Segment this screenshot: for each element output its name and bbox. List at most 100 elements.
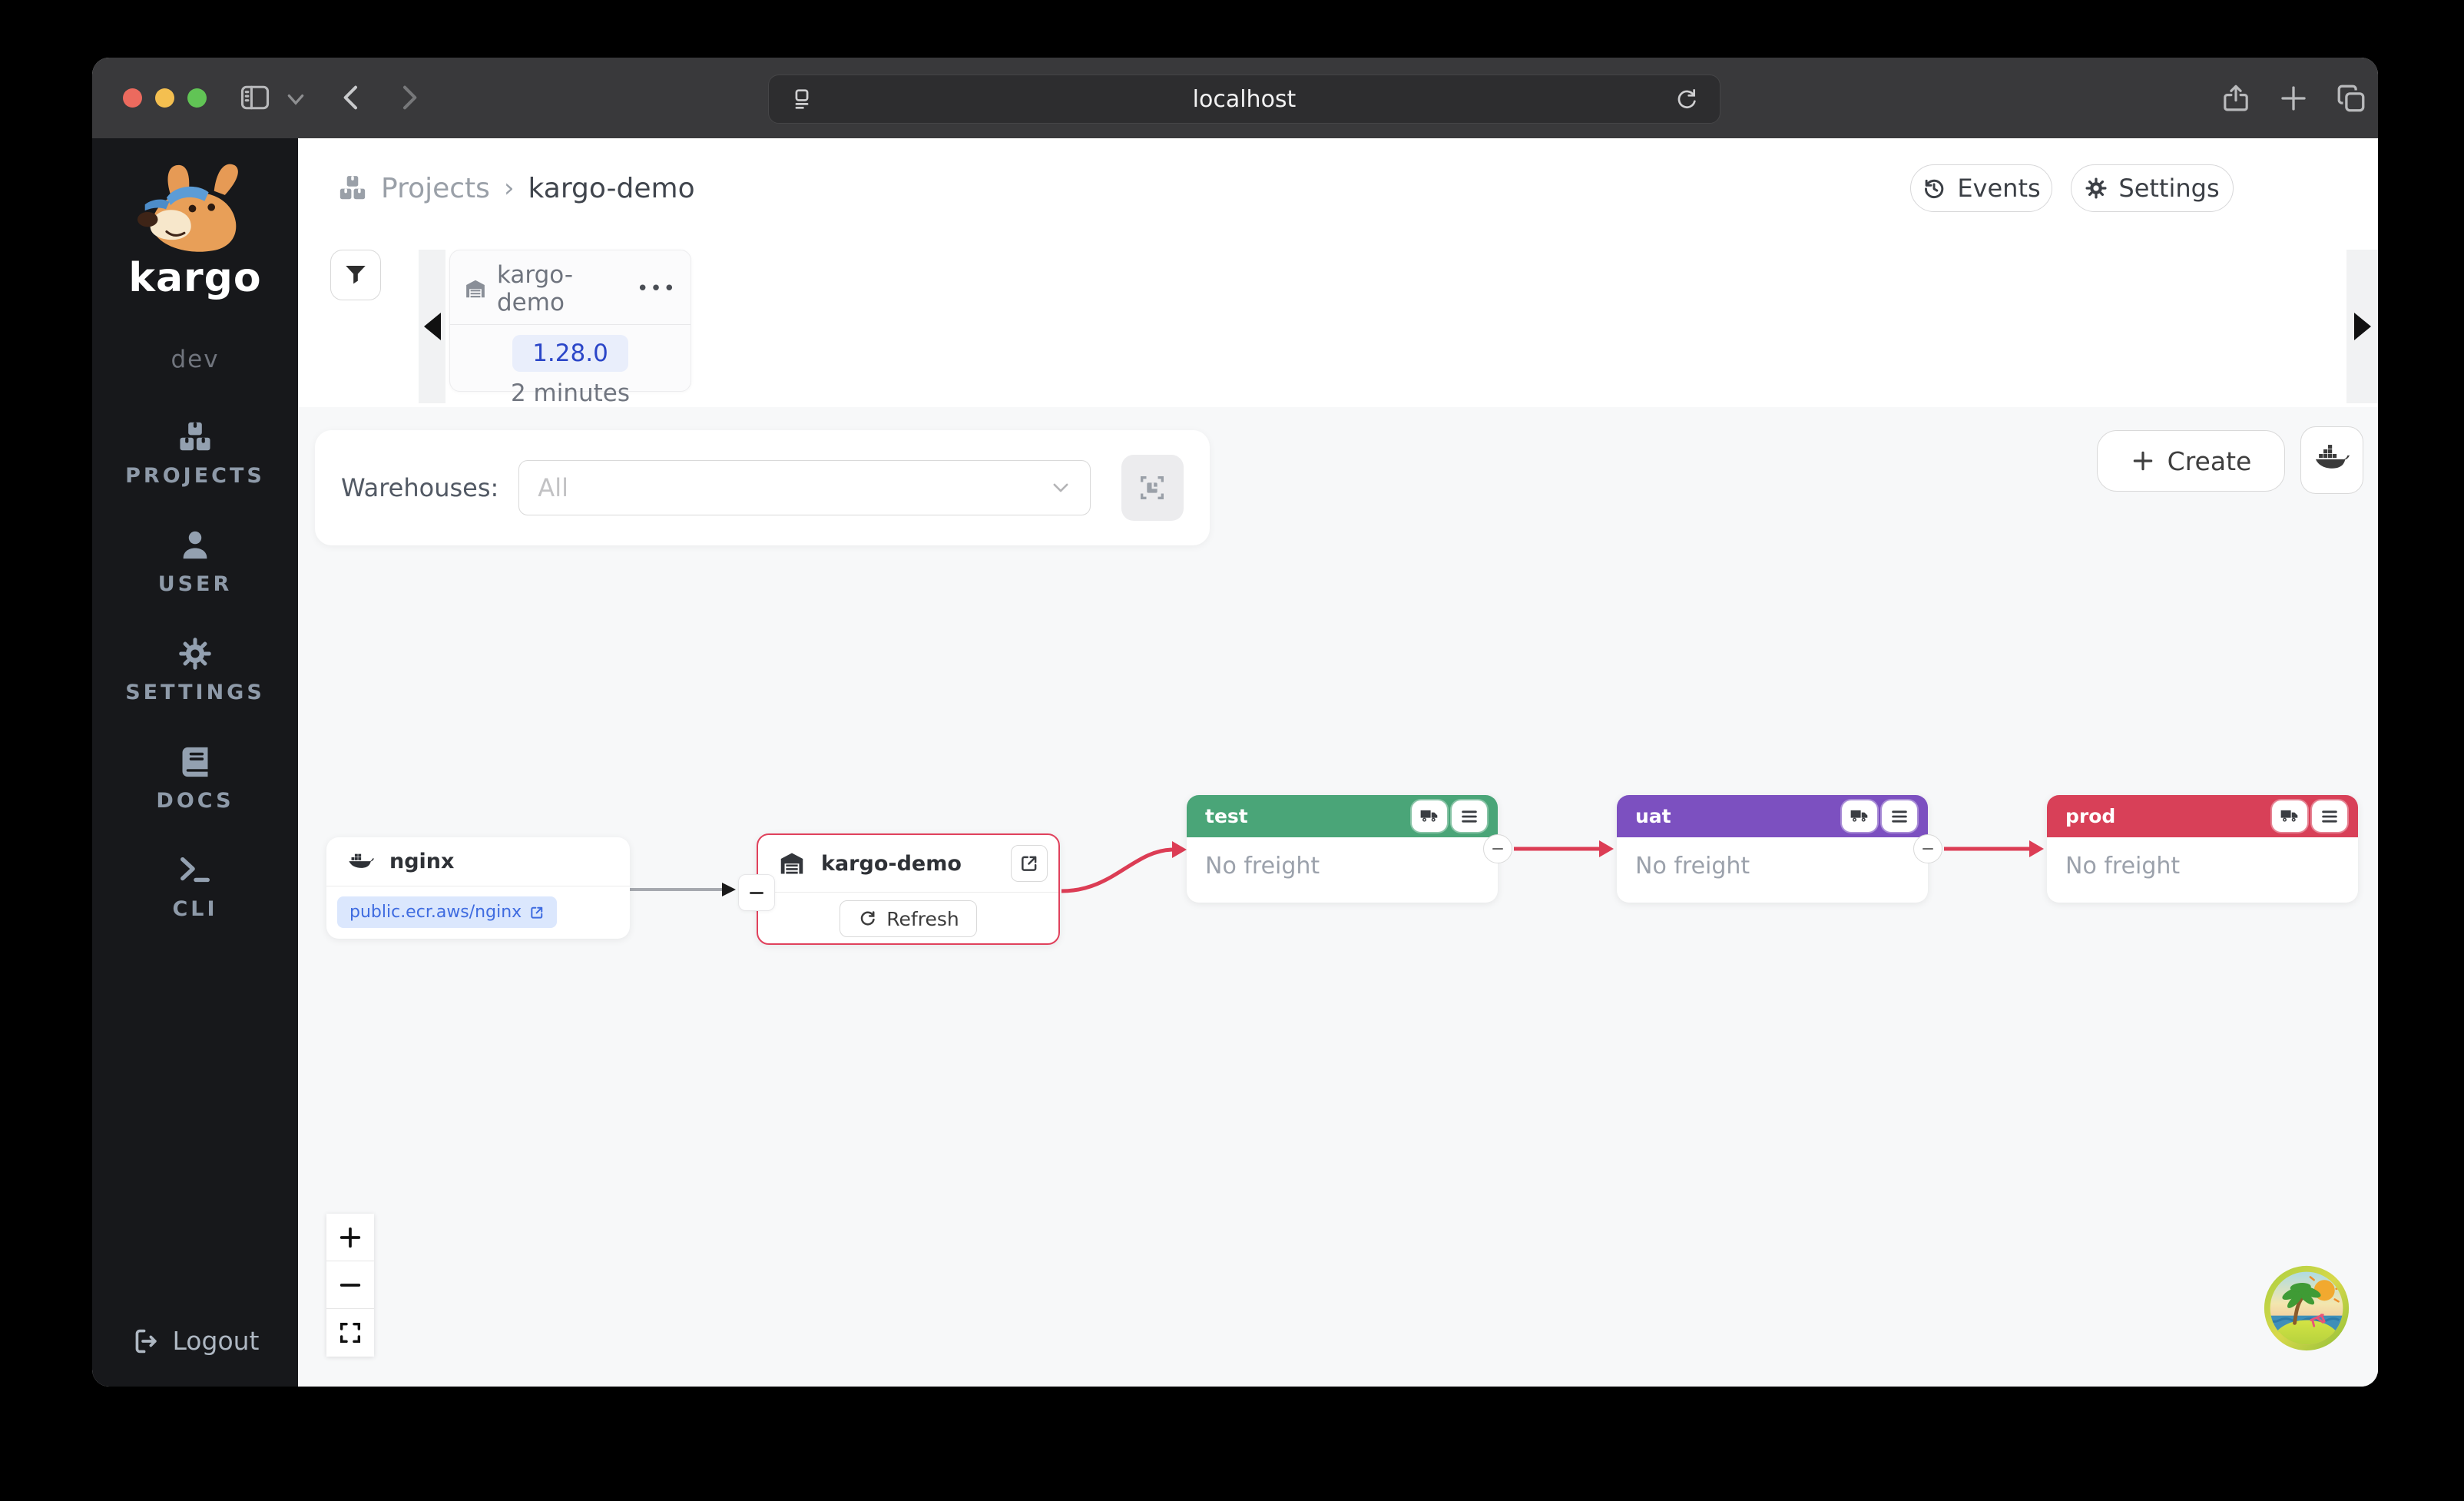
timeline-scroll-right[interactable]	[2346, 250, 2378, 403]
back-icon[interactable]	[336, 82, 367, 113]
stage-image-button[interactable]	[1121, 455, 1184, 521]
breadcrumb-projects-link[interactable]: Projects	[381, 173, 490, 204]
docker-images-button[interactable]	[2300, 426, 2363, 494]
freight-card-menu[interactable]: •••	[637, 277, 677, 300]
warehouse-freight-card[interactable]: kargo-demo ••• 1.28.0 2 minutes	[449, 250, 691, 392]
repo-url-link[interactable]: public.ecr.aws/nginx	[337, 896, 557, 928]
reader-icon[interactable]	[789, 86, 815, 112]
close-window-button[interactable]	[123, 88, 142, 108]
settings-button[interactable]: Settings	[2071, 164, 2234, 212]
logout-button[interactable]: Logout	[92, 1326, 298, 1356]
sidebar-item-label: SETTINGS	[125, 681, 265, 704]
sidebar-item-settings[interactable]: SETTINGS	[125, 636, 265, 704]
minimize-window-button[interactable]	[155, 88, 174, 108]
forward-icon[interactable]	[393, 82, 424, 113]
warehouse-icon	[778, 850, 806, 877]
fit-view-button[interactable]	[326, 1309, 374, 1357]
history-icon	[1922, 176, 1946, 200]
address-bar[interactable]: localhost	[768, 75, 1720, 124]
timeline-scroll-left[interactable]	[419, 250, 445, 403]
promote-button[interactable]	[1412, 800, 1447, 832]
hamburger-icon	[1889, 807, 1909, 827]
reload-icon[interactable]	[1674, 86, 1700, 112]
stage-menu-button[interactable]	[2312, 800, 2347, 832]
repo-node-nginx[interactable]: nginx public.ecr.aws/nginx	[326, 837, 630, 939]
warehouse-icon	[464, 277, 487, 300]
tab-overview-icon[interactable]	[2335, 82, 2367, 114]
island-badge[interactable]	[2262, 1264, 2351, 1353]
sidebar-item-label: PROJECTS	[125, 464, 265, 488]
external-link-icon	[529, 905, 545, 920]
create-button[interactable]: Create	[2097, 430, 2285, 492]
pipeline-canvas[interactable]: Warehouses: All C	[298, 407, 2378, 1387]
url-text[interactable]: localhost	[815, 86, 1674, 113]
stage-menu-button[interactable]	[1452, 800, 1487, 832]
stage-header: prod	[2047, 795, 2358, 837]
chevron-down-icon	[1050, 477, 1071, 499]
warehouses-select-value: All	[538, 473, 1050, 502]
share-icon[interactable]	[2220, 82, 2252, 114]
truck-icon	[2280, 807, 2300, 827]
traffic-lights	[123, 88, 207, 108]
stage-freight-status: No freight	[1187, 837, 1498, 895]
sidebar-nav: PROJECTS USER SETTINGS	[92, 419, 298, 921]
settings-label: Settings	[2118, 174, 2219, 203]
freight-timeline-bar: kargo-demo ••• 1.28.0 2 minutes	[298, 238, 2378, 407]
freight-age: 2 minutes	[450, 379, 691, 407]
gear-icon	[2085, 177, 2108, 200]
collapse-stage-button[interactable]	[1483, 834, 1512, 863]
sidebar-item-label: DOCS	[156, 789, 233, 813]
logout-icon	[131, 1327, 161, 1356]
sidebar-item-docs[interactable]: DOCS	[156, 744, 233, 813]
new-tab-icon[interactable]	[2277, 82, 2310, 114]
plus-icon	[2131, 449, 2155, 473]
person-icon	[177, 528, 213, 563]
boxes-icon	[338, 174, 367, 203]
hamburger-icon	[2320, 807, 2340, 827]
freight-version-pill[interactable]: 1.28.0	[512, 335, 628, 372]
caret-right-icon	[2354, 313, 2371, 340]
collapse-warehouse-button[interactable]	[738, 874, 775, 911]
minus-icon	[750, 892, 763, 894]
open-warehouse-button[interactable]	[1011, 845, 1048, 882]
stage-menu-button[interactable]	[1882, 800, 1917, 832]
promote-button[interactable]	[1842, 800, 1877, 832]
stage-node-uat[interactable]: uat No freight	[1617, 795, 1928, 903]
sidebar-item-user[interactable]: USER	[158, 528, 233, 596]
minus-icon	[1492, 848, 1503, 850]
tropical-island-icon	[2262, 1264, 2351, 1353]
docker-icon	[348, 849, 374, 875]
stage-node-prod[interactable]: prod No freight	[2047, 795, 2358, 903]
stage-freight-status: No freight	[2047, 837, 2358, 895]
promote-button[interactable]	[2272, 800, 2307, 832]
collapse-stage-button[interactable]	[1913, 834, 1942, 863]
warehouses-panel: Warehouses: All	[315, 430, 1210, 545]
sidebar-item-projects[interactable]: PROJECTS	[125, 419, 265, 488]
zoom-window-button[interactable]	[187, 88, 207, 108]
canvas-zoom-controls	[326, 1214, 374, 1357]
minus-icon	[1923, 848, 1933, 850]
warehouse-node-kargo-demo[interactable]: kargo-demo Refresh	[757, 833, 1060, 945]
kargo-logo[interactable]: kargo	[126, 160, 264, 301]
sidebar-toggle-icon[interactable]	[238, 81, 272, 114]
sidebar: kargo dev PROJECTS USER	[92, 138, 298, 1387]
zoom-out-button[interactable]	[326, 1261, 374, 1309]
refresh-label: Refresh	[886, 908, 959, 930]
boxes-icon	[177, 419, 213, 455]
breadcrumb: Projects › kargo-demo	[338, 138, 695, 238]
chevron-down-icon[interactable]	[286, 93, 306, 107]
stage-node-test[interactable]: test No freight	[1187, 795, 1498, 903]
create-label: Create	[2168, 446, 2252, 476]
sidebar-item-cli[interactable]: CLI	[172, 853, 217, 921]
freight-warehouse-name: kargo-demo	[497, 261, 627, 316]
divider	[450, 324, 691, 325]
stage-name: prod	[2065, 805, 2115, 827]
breadcrumb-separator: ›	[504, 173, 515, 204]
browser-window: localhost	[92, 58, 2378, 1387]
sidebar-item-label: USER	[158, 572, 233, 596]
events-button[interactable]: Events	[1910, 164, 2052, 212]
warehouses-select[interactable]: All	[518, 460, 1091, 515]
refresh-warehouse-button[interactable]: Refresh	[840, 900, 976, 937]
filter-button[interactable]	[330, 250, 381, 300]
zoom-in-button[interactable]	[326, 1214, 374, 1261]
